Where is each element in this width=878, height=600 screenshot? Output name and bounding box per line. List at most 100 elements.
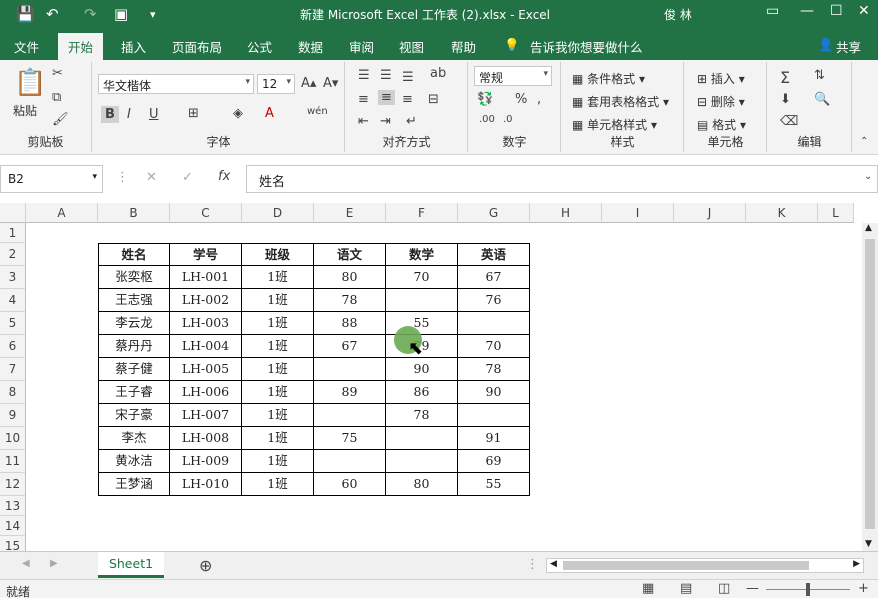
table-cell[interactable]: 王志强 xyxy=(98,289,170,312)
table-cell[interactable]: 宋子豪 xyxy=(98,404,170,427)
table-cell[interactable]: 88 xyxy=(314,312,386,335)
table-cell[interactable]: LH-006 xyxy=(170,381,242,404)
find-select-icon[interactable]: 🔍 xyxy=(814,92,830,107)
table-cell[interactable]: LH-009 xyxy=(170,450,242,473)
horizontal-scrollbar[interactable]: ◀ ▶ xyxy=(546,558,864,573)
percent-icon[interactable]: % xyxy=(515,92,527,107)
column-header-K[interactable]: K xyxy=(746,203,818,223)
table-header-cell[interactable]: 数学 xyxy=(386,243,458,266)
row-header-7[interactable]: 7 xyxy=(0,358,26,381)
table-header-cell[interactable]: 语文 xyxy=(314,243,386,266)
table-cell[interactable]: 89 xyxy=(314,381,386,404)
cut-icon[interactable]: ✂ xyxy=(52,66,63,81)
table-cell[interactable]: 1班 xyxy=(242,381,314,404)
worksheet-grid[interactable]: ABCDEFGHIJKL 1 2 3 4 5 6 7 8 9 10 11 12 13 14 15 姓名 学号班… xyxy=(0,203,878,556)
align-left-icon[interactable]: ≡ xyxy=(358,92,369,107)
comma-icon[interactable]: , xyxy=(537,92,541,107)
add-sheet-icon[interactable]: ⊕ xyxy=(199,556,212,575)
vertical-scrollbar[interactable]: ▲ ▼ xyxy=(862,223,878,551)
paste-button[interactable]: 粘贴 xyxy=(13,102,37,119)
copy-icon[interactable]: ⧉ xyxy=(52,90,61,105)
column-header-I[interactable]: I xyxy=(602,203,674,223)
row-header-1[interactable]: 1 xyxy=(0,223,26,243)
formula-input[interactable]: 姓名 xyxy=(246,165,878,193)
fill-icon[interactable]: ⬇ xyxy=(780,92,791,107)
column-header-B[interactable]: B xyxy=(98,203,170,223)
table-cell[interactable] xyxy=(314,358,386,381)
table-cell[interactable]: LH-001 xyxy=(170,266,242,289)
column-header-D[interactable]: D xyxy=(242,203,314,223)
font-size-select[interactable]: 12 ▾ xyxy=(257,74,295,94)
column-header-C[interactable]: C xyxy=(170,203,242,223)
border-icon[interactable]: ⊞ xyxy=(188,106,199,121)
collapse-ribbon-icon[interactable]: ⌃ xyxy=(860,136,868,147)
column-header-A[interactable]: A xyxy=(26,203,98,223)
clear-icon[interactable]: ⌫ xyxy=(780,114,798,129)
autosum-icon[interactable]: Σ xyxy=(780,68,790,87)
table-cell[interactable]: 王子睿 xyxy=(98,381,170,404)
table-cell[interactable]: 黄冰洁 xyxy=(98,450,170,473)
save-icon[interactable]: 💾 xyxy=(16,5,35,23)
table-header-cell[interactable]: 班级 xyxy=(242,243,314,266)
table-header-cell[interactable]: 学号 xyxy=(170,243,242,266)
increase-font-icon[interactable]: A▴ xyxy=(301,76,316,91)
column-header-F[interactable]: F xyxy=(386,203,458,223)
table-cell[interactable]: 90 xyxy=(386,358,458,381)
accounting-icon[interactable]: 💱 xyxy=(477,92,493,107)
row-header-14[interactable]: 14 xyxy=(0,516,26,536)
table-cell[interactable]: 55 xyxy=(458,473,530,496)
tab-help[interactable]: 帮助 xyxy=(451,37,476,56)
table-cell[interactable]: 蔡子健 xyxy=(98,358,170,381)
table-cell[interactable]: 70 xyxy=(458,335,530,358)
align-middle-icon[interactable]: ☰ xyxy=(380,68,392,83)
bold-icon[interactable]: B xyxy=(101,106,119,123)
normal-view-icon[interactable]: ▦ xyxy=(642,581,654,596)
row-header-3[interactable]: 3 xyxy=(0,266,26,289)
font-name-select[interactable]: 华文楷体 ▾ xyxy=(98,74,254,94)
row-header-2[interactable]: 2 xyxy=(0,243,26,266)
sort-filter-icon[interactable]: ⇅ xyxy=(814,68,825,83)
orientation-icon[interactable]: ab xyxy=(430,66,446,81)
horizontal-scroll-thumb[interactable] xyxy=(563,561,809,570)
table-cell[interactable]: LH-004 xyxy=(170,335,242,358)
increase-decimal-icon[interactable]: .00 xyxy=(479,114,495,125)
table-cell[interactable]: 1班 xyxy=(242,312,314,335)
table-cell[interactable]: LH-007 xyxy=(170,404,242,427)
align-right-icon[interactable]: ≡ xyxy=(402,92,413,107)
minimize-icon[interactable]: — xyxy=(800,3,814,19)
user-name[interactable]: 俊 林 xyxy=(664,6,692,23)
column-header-H[interactable]: H xyxy=(530,203,602,223)
zoom-in-icon[interactable]: + xyxy=(858,581,869,596)
column-header-L[interactable]: L xyxy=(818,203,854,223)
vertical-scroll-thumb[interactable] xyxy=(865,239,875,529)
table-header-cell[interactable]: 英语 xyxy=(458,243,530,266)
decrease-decimal-icon[interactable]: .0 xyxy=(503,114,513,125)
table-cell[interactable]: LH-002 xyxy=(170,289,242,312)
table-cell[interactable]: 1班 xyxy=(242,404,314,427)
table-cell[interactable] xyxy=(458,404,530,427)
table-cell[interactable]: 78 xyxy=(386,404,458,427)
decrease-indent-icon[interactable]: ⇤ xyxy=(358,114,369,129)
customize-qat-icon[interactable]: ▾ xyxy=(150,8,156,21)
align-bottom-icon[interactable]: ☰ xyxy=(402,70,414,85)
column-header-E[interactable]: E xyxy=(314,203,386,223)
table-cell[interactable]: 李云龙 xyxy=(98,312,170,335)
table-cell[interactable]: LH-003 xyxy=(170,312,242,335)
underline-icon[interactable]: U xyxy=(149,107,159,122)
row-header-4[interactable]: 4 xyxy=(0,289,26,312)
sheet-tab-sheet1[interactable]: Sheet1 xyxy=(98,552,164,578)
table-cell[interactable]: LH-008 xyxy=(170,427,242,450)
table-cell[interactable]: 李杰 xyxy=(98,427,170,450)
phonetic-icon[interactable]: wén xyxy=(307,106,328,117)
table-cell[interactable]: LH-005 xyxy=(170,358,242,381)
table-cell[interactable]: 1班 xyxy=(242,335,314,358)
row-header-10[interactable]: 10 xyxy=(0,427,26,450)
select-all-corner[interactable] xyxy=(0,203,26,223)
row-header-8[interactable]: 8 xyxy=(0,381,26,404)
table-cell[interactable]: 90 xyxy=(458,381,530,404)
row-header-13[interactable]: 13 xyxy=(0,496,26,516)
table-cell[interactable]: 78 xyxy=(314,289,386,312)
expand-formula-icon[interactable]: ⌄ xyxy=(864,171,872,182)
table-cell[interactable] xyxy=(458,312,530,335)
enter-icon[interactable]: ✓ xyxy=(182,170,193,185)
